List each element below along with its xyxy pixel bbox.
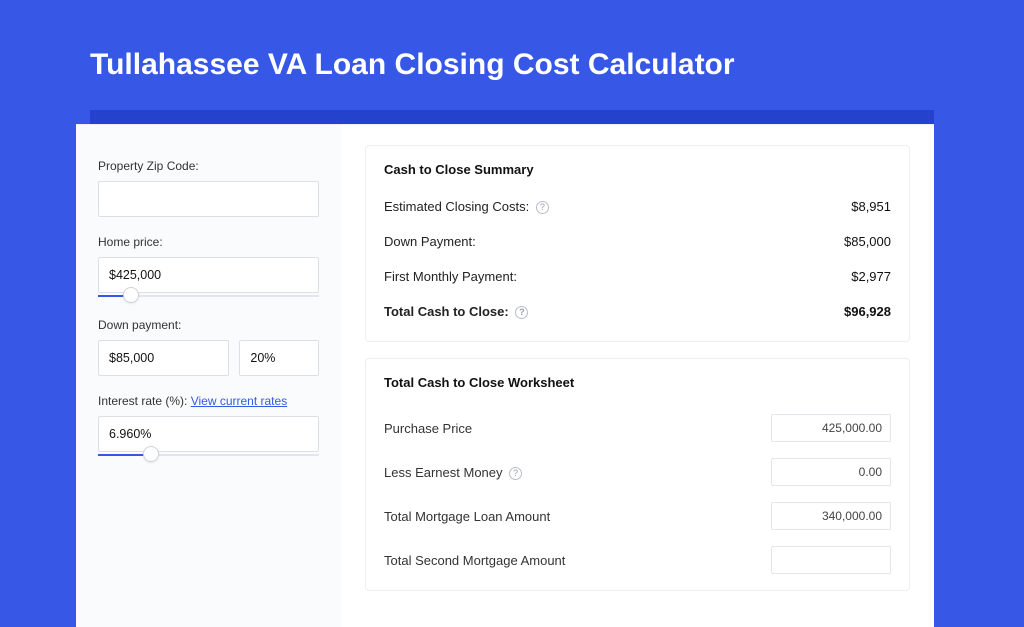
- results-column: Cash to Close Summary Estimated Closing …: [341, 125, 934, 627]
- summary-row-label: Total Cash to Close: ?: [384, 304, 528, 319]
- home-price-label: Home price:: [98, 235, 319, 249]
- down-payment-group: Down payment:: [98, 318, 319, 376]
- worksheet-row-label: Total Second Mortgage Amount: [384, 553, 565, 568]
- summary-row-label: Estimated Closing Costs: ?: [384, 199, 549, 214]
- worksheet-row-label: Less Earnest Money ?: [384, 465, 522, 480]
- interest-rate-label: Interest rate (%): View current rates: [98, 394, 319, 408]
- summary-row: First Monthly Payment: $2,977: [384, 263, 891, 298]
- view-current-rates-link[interactable]: View current rates: [191, 394, 288, 408]
- summary-row: Estimated Closing Costs: ? $8,951: [384, 193, 891, 228]
- summary-row-value: $2,977: [851, 269, 891, 284]
- inputs-sidebar: Property Zip Code: Home price: Down paym…: [76, 125, 341, 627]
- help-icon[interactable]: ?: [509, 467, 522, 480]
- worksheet-row: Purchase Price: [384, 406, 891, 450]
- zip-input[interactable]: [98, 181, 319, 217]
- worksheet-value-input[interactable]: [771, 502, 891, 530]
- worksheet-value-input[interactable]: [771, 458, 891, 486]
- worksheet-value-input[interactable]: [771, 546, 891, 574]
- summary-row-value: $85,000: [844, 234, 891, 249]
- worksheet-row: Total Mortgage Loan Amount: [384, 494, 891, 538]
- page-title: Tullahassee VA Loan Closing Cost Calcula…: [90, 48, 934, 82]
- worksheet-row-label: Purchase Price: [384, 421, 472, 436]
- summary-row-value: $96,928: [844, 304, 891, 319]
- slider-thumb[interactable]: [123, 287, 139, 303]
- worksheet-row-label: Total Mortgage Loan Amount: [384, 509, 550, 524]
- help-icon[interactable]: ?: [536, 201, 549, 214]
- home-price-slider[interactable]: [98, 292, 319, 300]
- summary-row-label: First Monthly Payment:: [384, 269, 517, 284]
- calculator-panel: Property Zip Code: Home price: Down paym…: [76, 124, 934, 627]
- down-payment-pct-input[interactable]: [239, 340, 319, 376]
- worksheet-row: Total Second Mortgage Amount: [384, 538, 891, 582]
- calculator-container-shadow: Property Zip Code: Home price: Down paym…: [90, 110, 934, 627]
- zip-field-group: Property Zip Code:: [98, 159, 319, 217]
- interest-rate-label-text: Interest rate (%):: [98, 394, 191, 408]
- slider-thumb[interactable]: [143, 446, 159, 462]
- summary-row-value: $8,951: [851, 199, 891, 214]
- down-payment-input[interactable]: [98, 340, 229, 376]
- summary-title: Cash to Close Summary: [384, 162, 891, 177]
- help-icon[interactable]: ?: [515, 306, 528, 319]
- summary-row: Down Payment: $85,000: [384, 228, 891, 263]
- summary-row-label: Down Payment:: [384, 234, 476, 249]
- interest-rate-group: Interest rate (%): View current rates: [98, 394, 319, 459]
- zip-label: Property Zip Code:: [98, 159, 319, 173]
- worksheet-title: Total Cash to Close Worksheet: [384, 375, 891, 390]
- worksheet-row: Less Earnest Money ?: [384, 450, 891, 494]
- down-payment-label: Down payment:: [98, 318, 319, 332]
- summary-row: Total Cash to Close: ? $96,928: [384, 298, 891, 333]
- worksheet-card: Total Cash to Close Worksheet Purchase P…: [365, 358, 910, 591]
- home-price-group: Home price:: [98, 235, 319, 300]
- cash-to-close-summary-card: Cash to Close Summary Estimated Closing …: [365, 145, 910, 342]
- worksheet-value-input[interactable]: [771, 414, 891, 442]
- interest-rate-slider[interactable]: [98, 451, 319, 459]
- interest-rate-input[interactable]: [98, 416, 319, 452]
